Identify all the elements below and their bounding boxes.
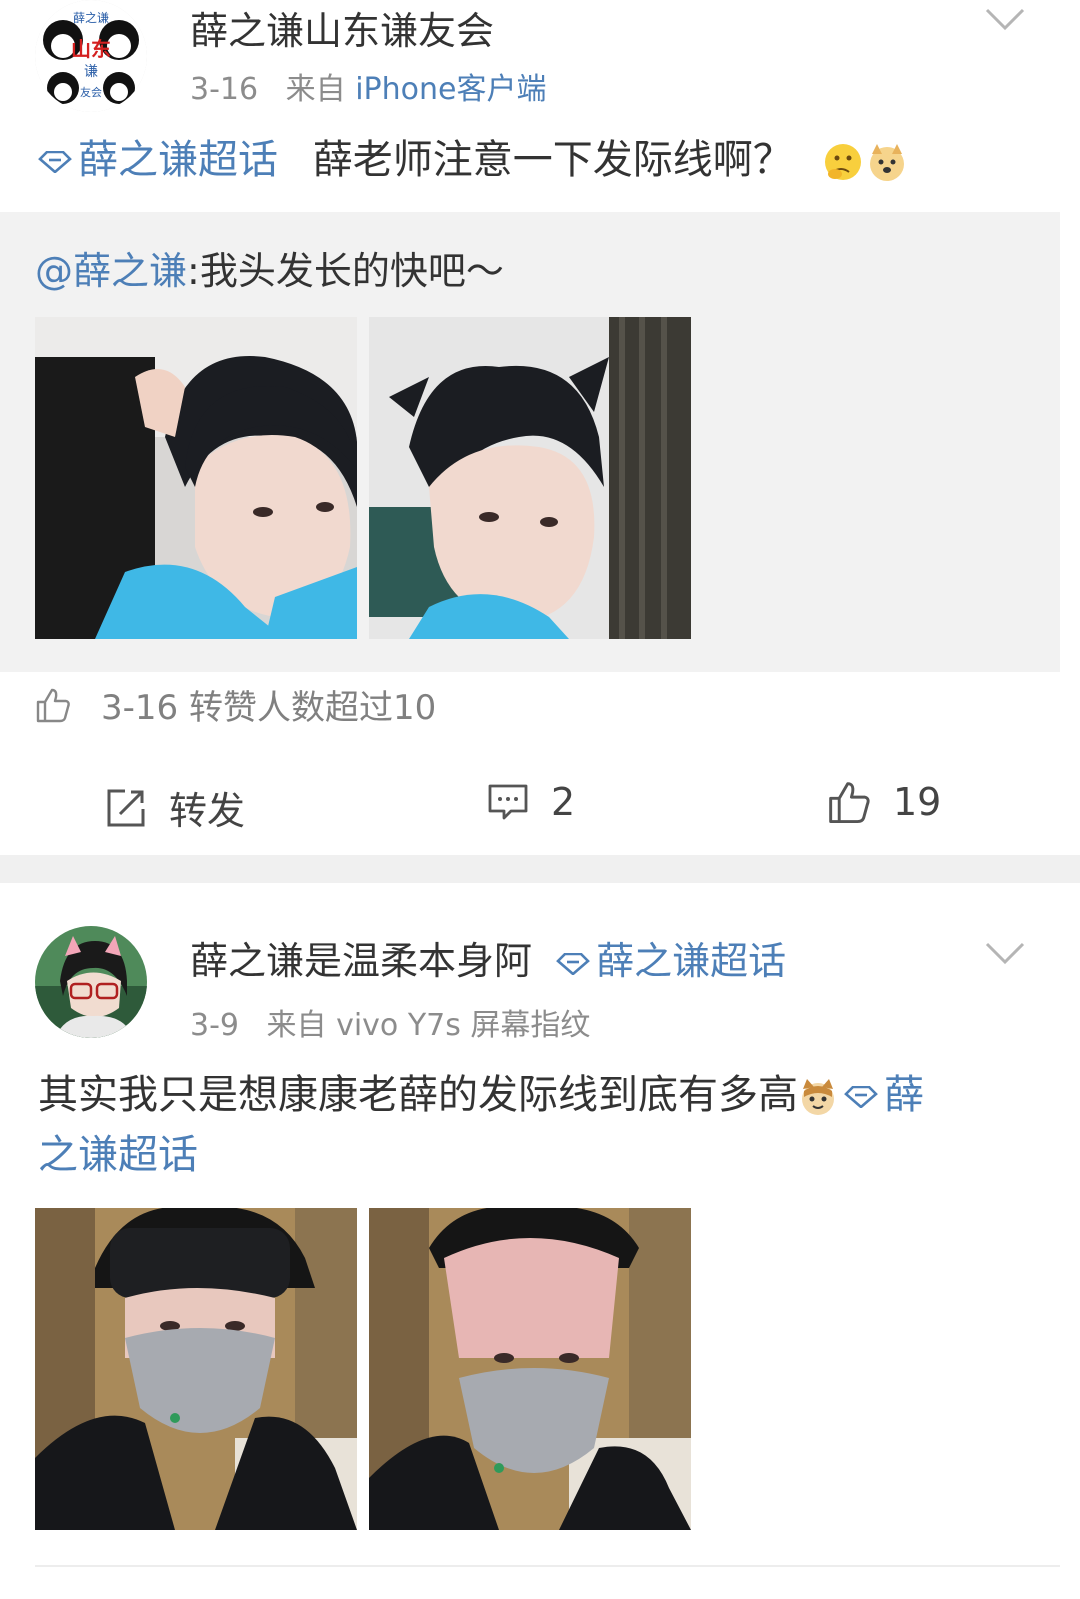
post-source[interactable]: iPhone客户端 — [355, 72, 546, 107]
svg-text:谦: 谦 — [84, 64, 98, 80]
topic-label-part1: 薛 — [884, 1072, 924, 1118]
post-source: vivo Y7s 屏幕指纹 — [336, 1008, 591, 1043]
diamond-icon — [556, 952, 591, 975]
post-body: 薛之谦超话 薛老师注意一下发际线啊？ — [38, 130, 907, 190]
topic-label-part2: 之谦超话 — [38, 1132, 198, 1178]
post-text: 其实我只是想康康老薛的发际线到底有多高 — [38, 1072, 798, 1118]
post-divider — [0, 855, 1080, 883]
username[interactable]: 薛之谦是温柔本身阿 — [190, 939, 532, 983]
quoted-text: @薛之谦:我头发长的快吧～ — [35, 240, 504, 295]
post-body: 其实我只是想康康老薛的发际线到底有多高 薛之谦超话 — [38, 1065, 1038, 1185]
topic-link[interactable]: 薛之谦超话 — [38, 137, 291, 183]
photo-3[interactable] — [35, 1208, 357, 1530]
topic-label: 薛之谦超话 — [78, 137, 278, 183]
like-count: 19 — [893, 780, 942, 824]
avatar[interactable]: 薛之谦 山东 谦 友会 — [35, 0, 147, 112]
post-meta: 3-16 来自 iPhone客户端 — [190, 64, 546, 108]
like-summary-text: 3-16 转赞人数超过10 — [101, 688, 437, 728]
avatar-logo-text: 薛之谦 — [73, 11, 109, 25]
photo-1[interactable] — [35, 317, 357, 639]
cat-emoji-icon — [802, 1079, 834, 1115]
thumbs-up-icon — [36, 688, 70, 722]
username[interactable]: 薛之谦山东谦友会 — [190, 0, 494, 55]
share-icon — [107, 789, 145, 826]
post-time: 3-16 — [190, 72, 259, 107]
photo-2[interactable] — [369, 317, 691, 639]
avatar[interactable] — [35, 926, 147, 1038]
photo-4[interactable] — [369, 1208, 691, 1530]
post-meta: 3-9 来自 vivo Y7s 屏幕指纹 — [190, 1000, 590, 1044]
like-summary: 3-16 转赞人数超过10 — [35, 680, 436, 729]
post-time: 3-9 — [190, 1008, 239, 1043]
from-label: 来自 — [266, 1008, 327, 1043]
doge-emoji-icon — [870, 144, 905, 181]
post-text: 薛老师注意一下发际线啊？ — [312, 137, 793, 183]
username-row: 薛之谦是温柔本身阿 薛之谦超话 — [190, 930, 786, 985]
from-label: 来自 — [285, 72, 346, 107]
diamond-icon — [38, 151, 72, 173]
comment-count: 2 — [551, 780, 576, 824]
diamond-icon — [844, 1086, 878, 1108]
topic-badge[interactable]: 薛之谦超话 — [556, 939, 786, 983]
mention-link[interactable]: @薛之谦 — [35, 249, 187, 293]
topic-badge-label: 薛之谦超话 — [596, 939, 787, 983]
thumbs-up-icon — [829, 782, 870, 824]
bottom-divider — [35, 1565, 1060, 1567]
thinking-emoji-icon — [825, 144, 862, 180]
svg-text:友会: 友会 — [80, 85, 102, 99]
comment-icon — [488, 784, 528, 820]
chevron-down-icon[interactable] — [985, 942, 1025, 970]
comment-button[interactable]: 2 — [487, 780, 575, 824]
like-button[interactable]: 19 — [827, 780, 941, 824]
chevron-down-icon[interactable] — [985, 8, 1025, 36]
repost-button[interactable]: 转发 — [105, 780, 245, 835]
repost-label: 转发 — [169, 789, 246, 833]
quoted-body: :我头发长的快吧～ — [187, 249, 504, 293]
svg-text:山东: 山东 — [71, 37, 111, 61]
